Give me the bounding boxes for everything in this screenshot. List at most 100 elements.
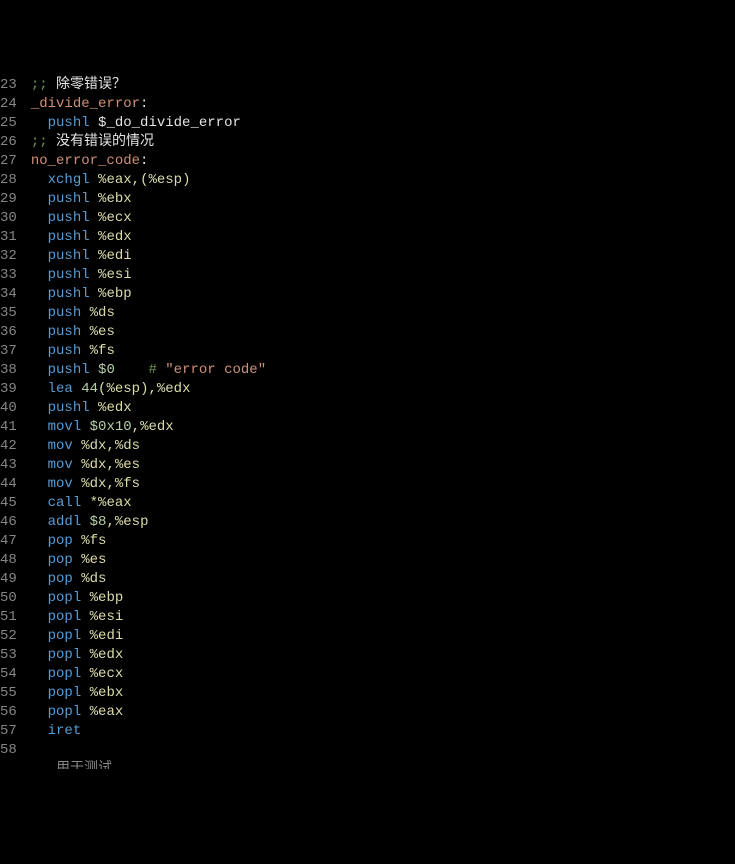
line-content[interactable]: popl %ebx <box>31 684 123 703</box>
line-content[interactable]: popl %edi <box>31 627 123 646</box>
line-content[interactable]: popl %esi <box>31 608 123 627</box>
line-content[interactable]: call *%eax <box>31 494 132 513</box>
code-line[interactable]: 37 push %fs <box>0 342 266 361</box>
line-content[interactable]: xchgl %eax,(%esp) <box>31 171 191 190</box>
code-line[interactable]: 32 pushl %edi <box>0 247 266 266</box>
token-reg: %ebx <box>90 685 124 701</box>
token-reg: %eax <box>90 704 124 720</box>
code-line[interactable]: 26;; 没有错误的情况 <box>0 133 266 152</box>
token-reg: %ds <box>115 438 140 454</box>
line-content[interactable]: no_error_code: <box>31 152 149 171</box>
code-line[interactable]: 46 addl $8,%esp <box>0 513 266 532</box>
line-content[interactable]: pop %es <box>31 551 107 570</box>
code-line[interactable]: 50 popl %ebp <box>0 589 266 608</box>
line-content[interactable]: lea 44(%esp),%edx <box>31 380 191 399</box>
code-line[interactable]: 31 pushl %edx <box>0 228 266 247</box>
line-content[interactable]: addl $8,%esp <box>31 513 149 532</box>
line-content[interactable]: mov %dx,%ds <box>31 437 140 456</box>
code-line[interactable]: 36 push %es <box>0 323 266 342</box>
token-mn: pushl <box>48 229 98 245</box>
token-reg: %ds <box>81 571 106 587</box>
code-line[interactable]: 58 <box>0 741 266 760</box>
token-indent <box>31 684 48 703</box>
code-line[interactable]: 41 movl $0x10,%edx <box>0 418 266 437</box>
line-content[interactable]: pushl %edx <box>31 228 132 247</box>
line-content[interactable]: mov %dx,%fs <box>31 475 140 494</box>
code-line[interactable]: 27no_error_code: <box>0 152 266 171</box>
token-indent <box>31 494 48 513</box>
code-area[interactable]: 23;; 除零错误？24_divide_error:25 pushl $_do_… <box>0 76 266 769</box>
line-content[interactable]: push %es <box>31 323 115 342</box>
line-number: 55 <box>0 684 31 703</box>
line-content[interactable]: pushl %edi <box>31 247 132 266</box>
line-content[interactable]: pushl %ebx <box>31 190 132 209</box>
line-content[interactable]: pushl %edx <box>31 399 132 418</box>
token-indent <box>31 380 48 399</box>
code-line[interactable]: 55 popl %ebx <box>0 684 266 703</box>
code-line[interactable]: 24_divide_error: <box>0 95 266 114</box>
line-content[interactable]: _divide_error: <box>31 95 149 114</box>
code-line[interactable]: 40 pushl %edx <box>0 399 266 418</box>
token-imm: $0x10 <box>90 419 132 435</box>
line-content[interactable]: pushl %esi <box>31 266 132 285</box>
code-line[interactable]: 28 xchgl %eax,(%esp) <box>0 171 266 190</box>
line-content[interactable]: pushl %ecx <box>31 209 132 228</box>
line-content[interactable]: popl %ebp <box>31 589 123 608</box>
line-content[interactable]: popl %ecx <box>31 665 123 684</box>
code-line[interactable]: 30 pushl %ecx <box>0 209 266 228</box>
code-line[interactable]: 29 pushl %ebx <box>0 190 266 209</box>
code-line[interactable]: 56 popl %eax <box>0 703 266 722</box>
code-line[interactable]: 25 pushl $_do_divide_error <box>0 114 266 133</box>
code-line[interactable]: 38 pushl $0 # "error code" <box>0 361 266 380</box>
code-line[interactable]: 44 mov %dx,%fs <box>0 475 266 494</box>
line-number: 42 <box>0 437 31 456</box>
line-number: 23 <box>0 76 31 95</box>
token-str: "error code" <box>165 362 266 378</box>
line-content[interactable]: mov %dx,%es <box>31 456 140 475</box>
code-line[interactable]: 47 pop %fs <box>0 532 266 551</box>
line-content[interactable]: pushl %ebp <box>31 285 132 304</box>
line-number: 48 <box>0 551 31 570</box>
code-line[interactable]: 34 pushl %ebp <box>0 285 266 304</box>
line-content[interactable]: pop %fs <box>31 532 107 551</box>
line-content[interactable]: iret <box>31 722 81 741</box>
code-line[interactable]: 35 push %ds <box>0 304 266 323</box>
code-line[interactable]: 52 popl %edi <box>0 627 266 646</box>
code-editor[interactable]: 23;; 除零错误？24_divide_error:25 pushl $_do_… <box>0 76 735 769</box>
code-line[interactable]: 57 iret <box>0 722 266 741</box>
line-content[interactable]: push %fs <box>31 342 115 361</box>
code-line[interactable]: 43 mov %dx,%es <box>0 456 266 475</box>
token-mn: xchgl <box>48 172 98 188</box>
line-content[interactable]: pop %ds <box>31 570 107 589</box>
code-line[interactable]: 49 pop %ds <box>0 570 266 589</box>
line-content[interactable]: pushl $_do_divide_error <box>31 114 241 133</box>
line-content[interactable] <box>31 741 39 760</box>
code-line[interactable]: 33 pushl %esi <box>0 266 266 285</box>
token-indent <box>31 114 48 133</box>
line-content[interactable]: popl %edx <box>31 646 123 665</box>
token-mn: popl <box>48 590 90 606</box>
line-content[interactable]: push %ds <box>31 304 115 323</box>
line-number: 44 <box>0 475 31 494</box>
token-reg: %esi <box>98 267 132 283</box>
code-line[interactable]: 39 lea 44(%esp),%edx <box>0 380 266 399</box>
code-line[interactable]: 54 popl %ecx <box>0 665 266 684</box>
line-number: 27 <box>0 152 31 171</box>
line-content[interactable]: ;; 除零错误？ <box>31 76 126 95</box>
line-content[interactable]: pushl $0 # "error code" <box>31 361 266 380</box>
line-content[interactable]: movl $0x10,%edx <box>31 418 174 437</box>
token-indent <box>31 228 48 247</box>
code-line[interactable]: 51 popl %esi <box>0 608 266 627</box>
code-line[interactable]: 48 pop %es <box>0 551 266 570</box>
code-line[interactable]: 23;; 除零错误？ <box>0 76 266 95</box>
line-content[interactable]: popl %eax <box>31 703 123 722</box>
token-indent <box>31 323 48 342</box>
token-sym: $_do_divide_error <box>98 115 241 131</box>
token-indent <box>31 646 48 665</box>
code-line[interactable]: 45 call *%eax <box>0 494 266 513</box>
line-number: 37 <box>0 342 31 361</box>
code-line[interactable]: 53 popl %edx <box>0 646 266 665</box>
code-line[interactable]: 42 mov %dx,%ds <box>0 437 266 456</box>
line-content[interactable]: ;; 没有错误的情况 <box>31 133 154 152</box>
line-number: 33 <box>0 266 31 285</box>
